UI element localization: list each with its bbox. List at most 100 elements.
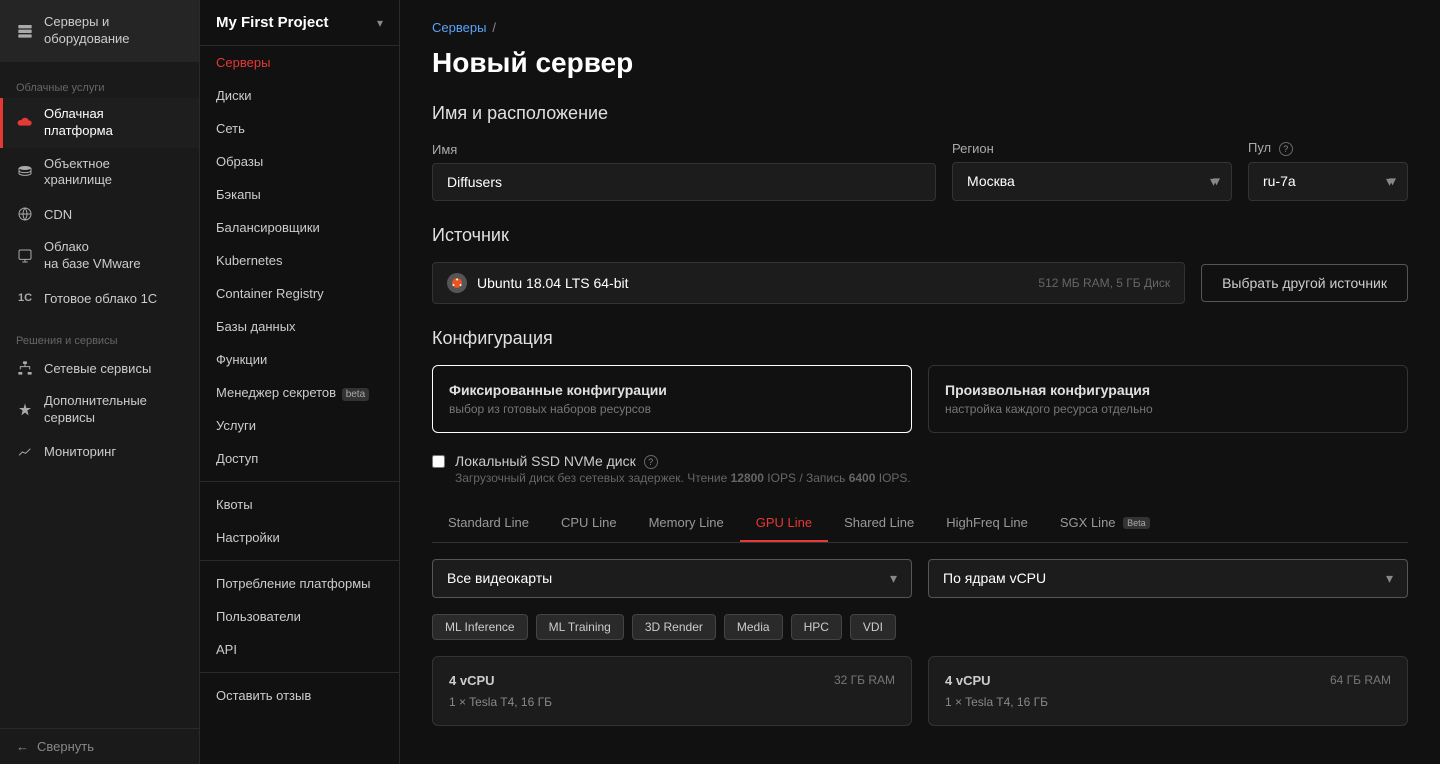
server-card-1[interactable]: 4 vCPU 64 ГБ RAM 1 × Tesla T4, 16 ГБ	[928, 656, 1408, 726]
nav-item-backups[interactable]: Бэкапы	[200, 178, 399, 211]
config-card-custom[interactable]: Произвольная конфигурация настройка кажд…	[928, 365, 1408, 433]
name-location-form: Имя Регион Москва ▾ Пул ? ru-7a ▾	[432, 140, 1408, 201]
tab-cpu[interactable]: CPU Line	[545, 505, 633, 542]
breadcrumb-separator: /	[492, 20, 496, 35]
nav-divider-3	[200, 672, 399, 673]
tag-hpc[interactable]: HPC	[791, 614, 842, 640]
tab-shared[interactable]: Shared Line	[828, 505, 930, 542]
section-config: Конфигурация	[432, 328, 1408, 349]
sort-chevron: ▾	[1386, 570, 1393, 587]
sidebar-item-vmware[interactable]: Облакона базе VMware	[0, 231, 199, 281]
sidebar-item-extra-label: Дополнительныесервисы	[44, 393, 147, 427]
nav-item-settings[interactable]: Настройки	[200, 521, 399, 554]
pool-field-group: Пул ? ru-7a ▾	[1248, 140, 1408, 201]
nav-item-api[interactable]: API	[200, 633, 399, 666]
config-custom-desc: настройка каждого ресурса отдельно	[945, 402, 1391, 416]
nav-item-functions[interactable]: Функции	[200, 343, 399, 376]
pool-info-icon[interactable]: ?	[1279, 142, 1293, 156]
pool-label: Пул ?	[1248, 140, 1408, 156]
sidebar-section-label-solutions: Решения и сервисы	[0, 323, 199, 351]
sidebar-item-cloud-platform[interactable]: Облачнаяплатформа	[0, 98, 199, 148]
sort-filter-label: По ядрам vCPU	[943, 570, 1046, 586]
source-selected: Ubuntu 18.04 LTS 64-bit 512 МБ RAM, 5 ГБ…	[432, 262, 1185, 304]
nav-item-services[interactable]: Услуги	[200, 409, 399, 442]
write-iops: 6400	[849, 471, 876, 485]
main-content: Серверы / Новый сервер Имя и расположени…	[400, 0, 1440, 764]
nav-item-kubernetes[interactable]: Kubernetes	[200, 244, 399, 277]
tag-vdi[interactable]: VDI	[850, 614, 896, 640]
read-iops: 12800	[731, 471, 764, 485]
storage-icon	[16, 163, 34, 181]
sgx-beta-badge: Beta	[1123, 517, 1150, 529]
cloud-icon	[16, 114, 34, 132]
nav-item-users[interactable]: Пользователи	[200, 600, 399, 633]
extra-icon	[16, 401, 34, 419]
sidebar-item-servers[interactable]: Серверы и оборудование	[0, 0, 199, 62]
chevron-down-icon: ▾	[377, 16, 383, 30]
server-card-1-ram: 64 ГБ RAM	[1330, 673, 1391, 687]
server-card-1-vcpu: 4 vCPU	[945, 673, 991, 688]
nav-item-quotas[interactable]: Квоты	[200, 488, 399, 521]
pool-chevron: ▾	[1386, 173, 1393, 190]
region-select-wrapper: Москва ▾	[952, 162, 1232, 201]
sidebar-section-solutions: Решения и сервисы Сетевые сервисы Дополн…	[0, 323, 199, 469]
nav-divider-1	[200, 481, 399, 482]
server-card-0[interactable]: 4 vCPU 32 ГБ RAM 1 × Tesla T4, 16 ГБ	[432, 656, 912, 726]
nav-item-databases[interactable]: Базы данных	[200, 310, 399, 343]
video-card-filter[interactable]: Все видеокарты ▾	[432, 559, 912, 598]
sidebar-item-cdn-label: CDN	[44, 207, 72, 222]
project-header[interactable]: My First Project ▾	[200, 0, 399, 46]
nav-item-container-registry[interactable]: Container Registry	[200, 277, 399, 310]
tag-ml-training[interactable]: ML Training	[536, 614, 624, 640]
region-select[interactable]: Москва ▾	[952, 162, 1232, 201]
sidebar-collapse-btn[interactable]: ← Свернуть	[0, 728, 199, 764]
nav-item-balancers[interactable]: Балансировщики	[200, 211, 399, 244]
config-custom-title: Произвольная конфигурация	[945, 382, 1391, 398]
nav-item-images[interactable]: Образы	[200, 145, 399, 178]
tab-memory[interactable]: Memory Line	[633, 505, 740, 542]
local-ssd-label-text[interactable]: Локальный SSD NVMe диск	[455, 453, 636, 469]
change-source-button[interactable]: Выбрать другой источник	[1201, 264, 1408, 302]
tab-highfreq[interactable]: HighFreq Line	[930, 505, 1044, 542]
config-fixed-desc: выбор из готовых наборов ресурсов	[449, 402, 895, 416]
nav-divider-2	[200, 560, 399, 561]
nav-item-network[interactable]: Сеть	[200, 112, 399, 145]
configuration-tabs: Standard Line CPU Line Memory Line GPU L…	[432, 505, 1408, 543]
sidebar-item-monitoring[interactable]: Мониторинг	[0, 435, 199, 469]
local-ssd-desc: Загрузочный диск без сетевых задержек. Ч…	[455, 471, 911, 485]
nav-item-disks[interactable]: Диски	[200, 79, 399, 112]
tag-3d-render[interactable]: 3D Render	[632, 614, 716, 640]
nav-item-platform-usage[interactable]: Потребление платформы	[200, 567, 399, 600]
config-card-fixed[interactable]: Фиксированные конфигурации выбор из гото…	[432, 365, 912, 433]
gpu-tags: ML Inference ML Training 3D Render Media…	[432, 614, 1408, 640]
sidebar-item-extra[interactable]: Дополнительныесервисы	[0, 385, 199, 435]
config-fixed-title: Фиксированные конфигурации	[449, 382, 895, 398]
sidebar-item-monitoring-label: Мониторинг	[44, 444, 116, 459]
page-title: Новый сервер	[432, 47, 1408, 79]
sort-filter[interactable]: По ядрам vCPU ▾	[928, 559, 1408, 598]
tag-ml-inference[interactable]: ML Inference	[432, 614, 528, 640]
tag-media[interactable]: Media	[724, 614, 783, 640]
tab-sgx[interactable]: SGX Line Beta	[1044, 505, 1166, 542]
tab-gpu[interactable]: GPU Line	[740, 505, 828, 542]
server-card-0-gpu: 1 × Tesla T4, 16 ГБ	[449, 695, 895, 709]
nav-item-access[interactable]: Доступ	[200, 442, 399, 475]
breadcrumb-parent[interactable]: Серверы	[432, 20, 486, 35]
sidebar-item-vmware-label: Облакона базе VMware	[44, 239, 141, 273]
pool-select[interactable]: ru-7a ▾	[1248, 162, 1408, 201]
nav-item-servers[interactable]: Серверы	[200, 46, 399, 79]
sidebar-item-cdn[interactable]: CDN	[0, 197, 199, 231]
project-title: My First Project	[216, 14, 329, 31]
sidebar-item-network[interactable]: Сетевые сервисы	[0, 351, 199, 385]
local-ssd-checkbox[interactable]	[432, 455, 445, 468]
sidebar-item-1c[interactable]: 1С Готовое облако 1С	[0, 281, 199, 315]
name-input[interactable]	[432, 163, 936, 201]
local-ssd-info-icon[interactable]: ?	[644, 455, 658, 469]
tab-standard[interactable]: Standard Line	[432, 505, 545, 542]
nav-item-feedback[interactable]: Оставить отзыв	[200, 679, 399, 712]
nav-item-secrets[interactable]: Менеджер секретов beta	[200, 376, 399, 409]
local-ssd-info: Локальный SSD NVMe диск ? Загрузочный ди…	[455, 453, 911, 485]
sidebar-item-object-storage[interactable]: Объектноехранилище	[0, 148, 199, 198]
sidebar-section-cloud: Облачные услуги Облачнаяплатформа Объект…	[0, 70, 199, 315]
pool-value: ru-7a	[1263, 173, 1296, 189]
